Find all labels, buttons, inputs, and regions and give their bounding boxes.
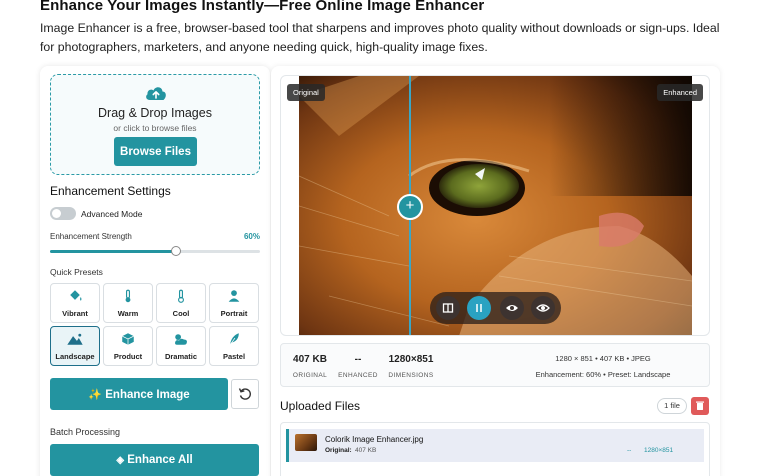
view-original-button[interactable]: [500, 296, 524, 320]
preview-panel: Original Enhanced + 407 KB ORIGINAL -- E…: [271, 66, 720, 476]
dropzone-title: Drag & Drop Images: [98, 106, 212, 120]
paint-bucket-icon: [70, 290, 82, 301]
preset-pastel[interactable]: Pastel: [209, 326, 259, 366]
view-controls: [430, 292, 561, 324]
dimensions-value: 1280×851: [388, 354, 434, 365]
preset-cool[interactable]: Cool: [156, 283, 206, 323]
preset-label: Portrait: [220, 309, 248, 318]
file-original-label: Original:: [325, 447, 352, 454]
mountain-icon: [67, 333, 83, 345]
settings-panel: Drag & Drop Images or click to browse fi…: [40, 66, 270, 476]
trash-icon: [696, 401, 704, 410]
page-description: Image Enhancer is a free, browser-based …: [40, 21, 720, 54]
uploaded-files-heading: Uploaded Files: [280, 399, 361, 413]
pause-icon: [476, 304, 482, 312]
original-size-label: ORIGINAL: [292, 372, 328, 379]
original-size-value: 407 KB: [293, 354, 327, 365]
preset-dramatic[interactable]: Dramatic: [156, 326, 206, 366]
enhancement-settings-heading: Enhancement Settings: [50, 184, 171, 198]
layers-icon: ◈: [116, 455, 125, 466]
preset-label: Landscape: [55, 352, 95, 361]
plus-icon: +: [405, 197, 415, 214]
cube-icon: [122, 333, 134, 345]
page-title: Enhance Your Images Instantly—Free Onlin…: [40, 0, 485, 14]
enhance-all-button[interactable]: ◈ Enhance All: [50, 444, 259, 476]
advanced-mode-toggle[interactable]: [50, 207, 76, 220]
preset-label: Dramatic: [164, 352, 198, 361]
cloud-sun-icon: [175, 334, 187, 345]
preset-label: Warm: [117, 309, 139, 318]
preset-label: Vibrant: [62, 309, 88, 318]
strength-label: Enhancement Strength: [50, 232, 132, 241]
file-original-size: 407 KB: [355, 447, 377, 454]
slider-fill: [50, 250, 176, 253]
uploaded-files-list: Colorik Image Enhancer.jpg Original: 407…: [280, 422, 710, 476]
enhance-image-label: Enhance Image: [105, 388, 190, 401]
preset-portrait[interactable]: Portrait: [209, 283, 259, 323]
thermometer-icon: [178, 289, 184, 303]
preset-vibrant[interactable]: Vibrant: [50, 283, 100, 323]
quick-presets-label: Quick Presets: [50, 267, 103, 277]
enhance-image-button[interactable]: ✨ Enhance Image: [50, 378, 228, 410]
enhance-all-label: Enhance All: [127, 454, 193, 466]
upload-dropzone[interactable]: Drag & Drop Images or click to browse fi…: [50, 74, 260, 175]
dropzone-subtitle: or click to browse files: [113, 123, 197, 133]
browse-files-button[interactable]: Browse Files: [114, 137, 197, 166]
columns-icon: [442, 303, 454, 313]
strength-slider[interactable]: [50, 246, 260, 256]
image-stats: 407 KB ORIGINAL -- ENHANCED 1280×851 DIM…: [280, 343, 710, 387]
cloud-upload-icon: [146, 87, 166, 100]
thermometer-icon: [125, 289, 131, 303]
reset-icon: [238, 388, 251, 400]
clear-files-button[interactable]: [691, 397, 709, 415]
preset-landscape[interactable]: Landscape: [50, 326, 100, 366]
compare-handle[interactable]: +: [397, 194, 423, 220]
preset-label: Cool: [172, 309, 190, 318]
slider-view-button[interactable]: [467, 296, 491, 320]
dimensions-label: DIMENSIONS: [388, 372, 434, 379]
preset-warm[interactable]: Warm: [103, 283, 153, 323]
reset-button[interactable]: [231, 379, 259, 409]
file-item[interactable]: Colorik Image Enhancer.jpg Original: 407…: [286, 429, 704, 462]
magic-wand-icon: ✨: [88, 388, 103, 401]
original-badge: Original: [287, 84, 325, 101]
image-compare-frame[interactable]: Original Enhanced +: [280, 75, 710, 336]
enhancement-meta: Enhancement: 60% • Preset: Landscape: [535, 370, 671, 379]
view-enhanced-button[interactable]: [531, 296, 555, 320]
file-enhanced-size: --: [627, 447, 632, 454]
split-view-button[interactable]: [436, 296, 460, 320]
preset-label: Pastel: [222, 352, 246, 361]
person-icon: [228, 290, 240, 302]
batch-processing-label: Batch Processing: [50, 427, 121, 437]
enhanced-size-value: --: [354, 354, 362, 365]
enhanced-size-label: ENHANCED: [338, 372, 378, 379]
file-thumbnail: [295, 434, 317, 451]
file-count-badge: 1 file: [657, 398, 687, 414]
advanced-mode-label: Advanced Mode: [81, 209, 143, 219]
eye-icon: [536, 304, 550, 312]
file-dimensions: 1280×851: [644, 447, 674, 454]
strength-value: 60%: [243, 232, 260, 241]
preset-product[interactable]: Product: [103, 326, 153, 366]
enhanced-badge: Enhanced: [657, 84, 703, 101]
file-name: Colorik Image Enhancer.jpg: [325, 435, 424, 444]
eye-icon: [506, 305, 518, 311]
feather-icon: [229, 333, 239, 345]
preset-label: Product: [113, 352, 143, 361]
image-meta: 1280 × 851 • 407 KB • JPEG: [555, 354, 651, 363]
slider-thumb[interactable]: [171, 246, 181, 256]
